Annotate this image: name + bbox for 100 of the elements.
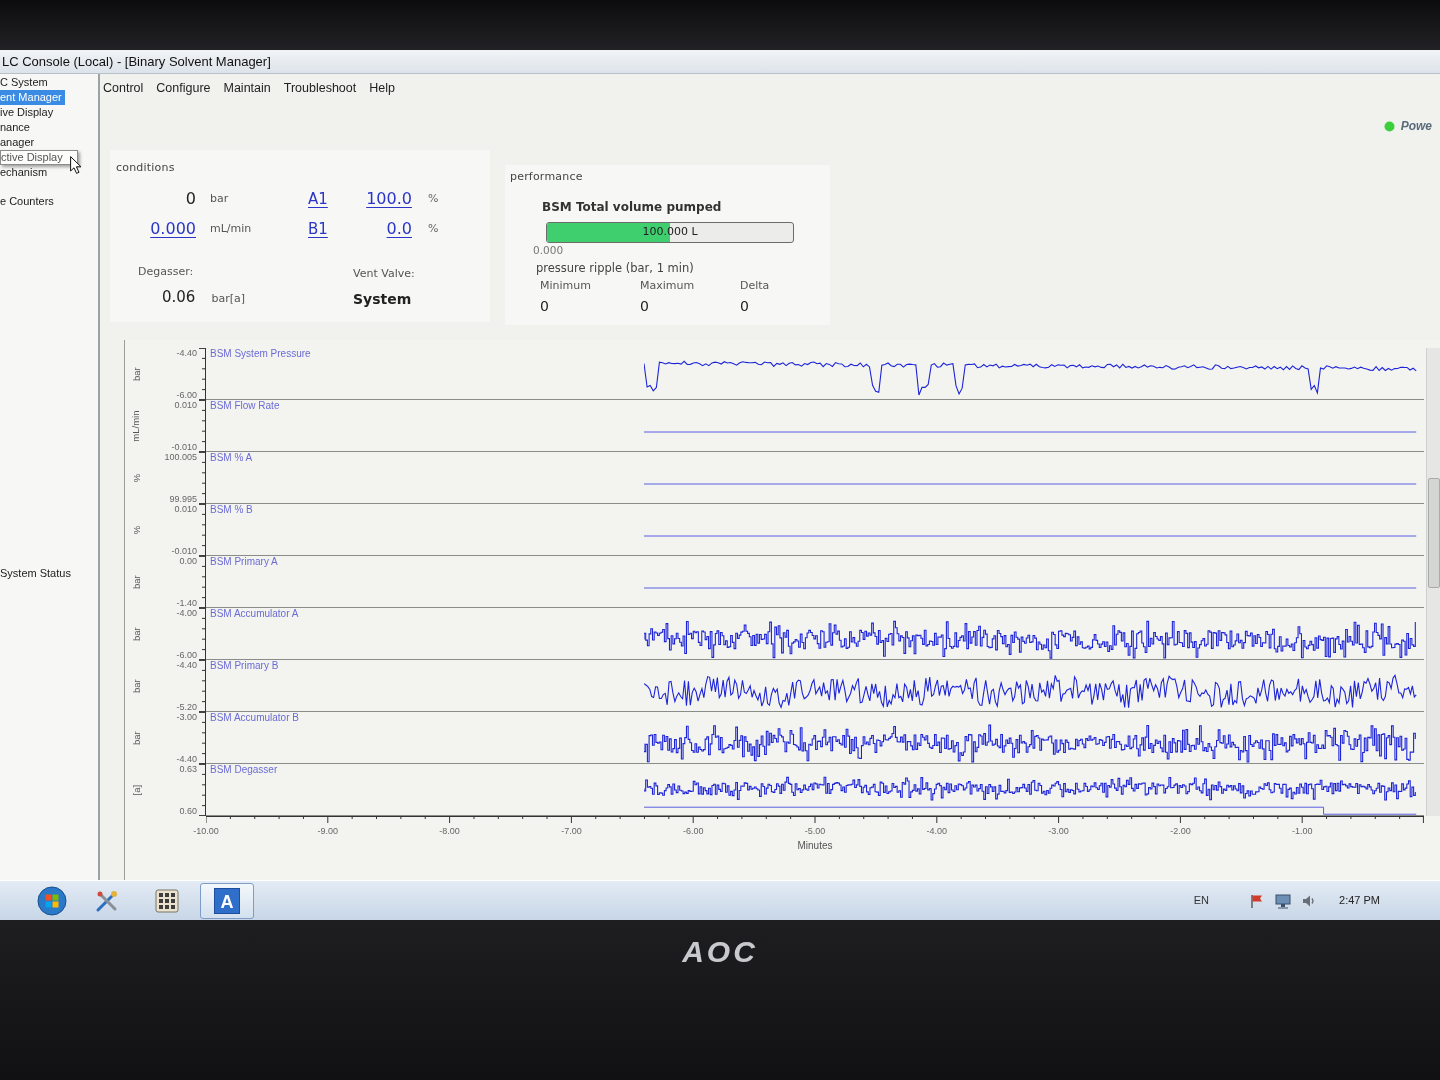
mouse-cursor-icon [70, 156, 82, 174]
unit-label: mL/min [209, 221, 252, 237]
axis-tick-label: 99.995 [169, 494, 197, 504]
column-header: Minimum [540, 277, 591, 294]
axis-unit-label: [a] [129, 784, 143, 796]
tree-item[interactable]: e Counters [0, 194, 57, 209]
axis-tick-label: -5.00 [804, 825, 826, 838]
trace-title: BSM Primary A [209, 556, 278, 568]
axis-tick-label: -1.40 [176, 598, 197, 608]
axis-tick-label: -4.40 [176, 348, 197, 358]
trace-title: BSM Primary B [209, 660, 279, 672]
axis-tick-label: -7.00 [561, 825, 582, 838]
axis-tick-label: -4.00 [176, 608, 197, 618]
axis-unit-label: bar [129, 627, 143, 641]
unit-label: bar [209, 191, 229, 207]
trace-title: BSM % B [209, 504, 253, 516]
tree-item[interactable]: ent Manager [0, 90, 65, 105]
value-text: 0 [740, 297, 749, 316]
axis-tick-label: -10.00 [193, 825, 219, 838]
axis-tick-label: -4.40 [176, 754, 197, 764]
column-header: Maximum [640, 277, 695, 294]
axis-unit-label: bar [129, 731, 143, 745]
axis-tick-label: -4.40 [176, 660, 197, 670]
menu-item[interactable]: Control [103, 79, 144, 102]
taskbar-button[interactable]: A [200, 882, 254, 919]
field-label: pressure ripple (bar, 1 min) [536, 260, 694, 278]
axis-tick-label: -6.00 [176, 650, 197, 660]
axis-tick-label: -3.00 [1048, 825, 1069, 838]
value-text: System [353, 289, 412, 309]
axis-tick-label: 0.00 [179, 556, 197, 566]
window-title: LC Console (Local) - [Binary Solvent Manager] [1, 52, 271, 71]
status-label: Powe [1400, 118, 1432, 135]
scrollbar[interactable] [1426, 348, 1440, 816]
field-label: BSM Total volume pumped [542, 198, 722, 216]
axis-unit-label: bar [129, 367, 143, 381]
language-indicator[interactable]: EN [1193, 892, 1210, 909]
network-icon[interactable] [1275, 892, 1292, 909]
status-label: System Status [0, 566, 71, 581]
trace-title: BSM Accumulator B [209, 712, 299, 724]
axis-unit-label: mL/min [129, 410, 143, 442]
value-text: 0.06 [162, 287, 196, 308]
menu-item[interactable]: Help [369, 79, 395, 102]
tree-item[interactable]: echanism [0, 165, 51, 180]
windows-logo-icon [37, 885, 67, 916]
value-link[interactable]: 0.000 [150, 214, 196, 244]
scale-min-label: 0.000 [533, 242, 564, 258]
axis-tick-label: -6.00 [682, 825, 704, 838]
axis-tick-label: -5.20 [176, 702, 197, 712]
axis-tick-label: -0.010 [171, 546, 197, 556]
section-title: conditions [116, 160, 175, 176]
keypad-icon [155, 888, 179, 913]
axis-tick-label: 100.005 [164, 452, 197, 462]
axis-tick-label: 0.010 [174, 400, 197, 410]
value-link[interactable]: 100.0 [366, 184, 412, 214]
value-link[interactable]: A1 [308, 184, 328, 214]
axis-title: Minutes [797, 839, 833, 853]
tree-item[interactable]: C System [0, 75, 51, 90]
axis-tick-label: -1.00 [1291, 825, 1313, 838]
axis-unit-label: bar [129, 575, 143, 589]
menu-item[interactable]: Configure [156, 79, 211, 102]
section-title: performance [510, 169, 583, 185]
axis-tick-label: 0.60 [179, 806, 197, 816]
tree-item[interactable]: nance [0, 120, 33, 135]
axis-unit-label: % [129, 525, 143, 535]
field-label: Degasser: [138, 264, 194, 280]
trace-title: BSM Accumulator A [209, 608, 299, 620]
monitor-logo: AOC [682, 934, 758, 970]
axis-tick-label: 0.010 [174, 504, 197, 514]
axis-tick-label: -4.00 [926, 825, 948, 838]
axis-tick-label: -3.00 [176, 712, 197, 722]
value-link[interactable]: B1 [308, 214, 328, 244]
column-header: Delta [740, 277, 770, 294]
trace-title: BSM System Pressure [209, 348, 311, 360]
trace-title: BSM Flow Rate [209, 400, 280, 412]
axis-tick-label: -9.00 [317, 825, 339, 838]
axis-unit-label: bar [129, 679, 143, 693]
unit-label: % [427, 221, 439, 237]
value-text: 0 [540, 297, 549, 316]
unit-label: % [427, 191, 439, 207]
field-label: Vent Valve: [353, 266, 415, 282]
clock-time[interactable]: 2:47 PM [1339, 892, 1380, 909]
scrollbar-thumb[interactable] [1428, 478, 1440, 588]
axis-tick-label: 0.63 [179, 764, 197, 774]
axis-tick-label: -6.00 [176, 390, 197, 400]
value-text: 0 [185, 188, 196, 210]
tools-icon [95, 888, 119, 913]
value-text: 0 [640, 297, 649, 316]
axis-unit-label: % [129, 473, 143, 483]
tree-item[interactable]: ive Display [0, 105, 57, 120]
trace-title: BSM Degasser [209, 764, 278, 776]
tree-item[interactable]: ctive Display [0, 150, 78, 165]
menu-item[interactable]: Maintain [223, 79, 271, 102]
axis-tick-label: -8.00 [439, 825, 460, 838]
unit-label: bar[a] [211, 291, 245, 307]
menu-item[interactable]: Troubleshoot [283, 79, 357, 102]
value-link[interactable]: 0.0 [386, 214, 412, 244]
axis-tick-label: -0.010 [171, 442, 197, 452]
trace-title: BSM % A [209, 452, 253, 464]
tree-item[interactable]: anager [0, 135, 38, 150]
axis-tick-label: -2.00 [1170, 825, 1191, 838]
